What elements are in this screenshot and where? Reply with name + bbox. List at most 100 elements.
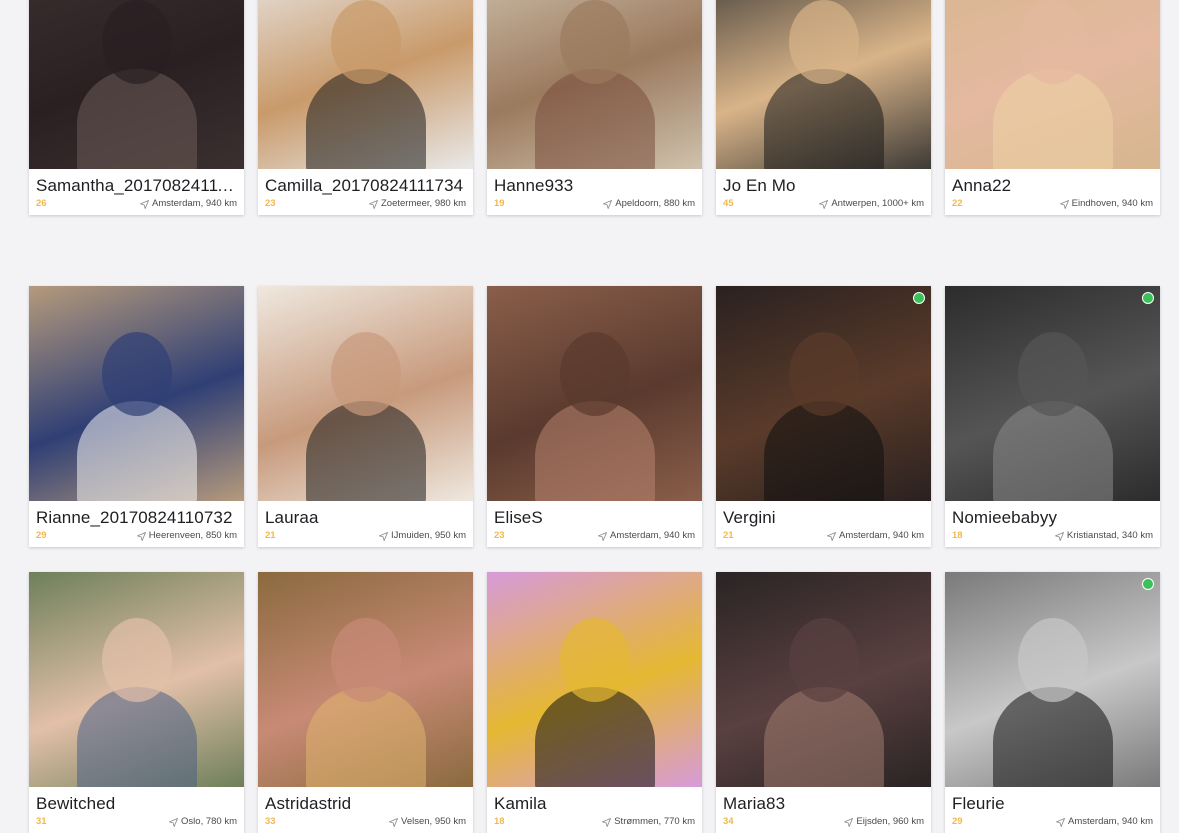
location-arrow-icon xyxy=(169,817,178,827)
profile-location-text: Heerenveen, 850 km xyxy=(148,530,237,541)
profile-age: 29 xyxy=(952,816,963,827)
profile-photo[interactable] xyxy=(29,0,244,169)
profile-location: Eijsden, 960 km xyxy=(844,816,924,828)
profile-username[interactable]: Hanne933 xyxy=(494,176,697,196)
profile-username[interactable]: Lauraa xyxy=(265,508,468,528)
profile-location-text: Antwerpen, 1000+ km xyxy=(831,198,924,209)
profile-card[interactable]: Nomieebabyy 18 Kristianstad, 340 km xyxy=(945,286,1160,547)
profile-username[interactable]: Bewitched xyxy=(36,794,239,814)
profile-photo[interactable] xyxy=(258,572,473,787)
profile-age: 31 xyxy=(36,816,47,827)
profile-card[interactable]: Kamila 18 Strømmen, 770 km xyxy=(487,572,702,833)
profile-location: Amsterdam, 940 km xyxy=(140,198,237,210)
profile-card[interactable]: EliseS 23 Amsterdam, 940 km xyxy=(487,286,702,547)
profile-age: 19 xyxy=(494,198,505,209)
profile-card[interactable]: Hanne933 19 Apeldoorn, 880 km xyxy=(487,0,702,215)
profile-location-text: Strømmen, 770 km xyxy=(614,816,695,827)
online-status-dot xyxy=(913,292,925,304)
location-arrow-icon xyxy=(598,531,607,541)
profile-photo[interactable] xyxy=(716,0,931,169)
profile-card[interactable]: Fleurie 29 Amsterdam, 940 km xyxy=(945,572,1160,833)
profile-photo[interactable] xyxy=(487,572,702,787)
profile-location: Amsterdam, 940 km xyxy=(827,530,924,542)
location-arrow-icon xyxy=(1056,817,1065,827)
profile-photo[interactable] xyxy=(945,572,1160,787)
profile-location: IJmuiden, 950 km xyxy=(379,530,466,542)
profile-card[interactable]: Anna22 22 Eindhoven, 940 km xyxy=(945,0,1160,215)
profile-location: Eindhoven, 940 km xyxy=(1059,198,1153,210)
profile-card[interactable]: Jo En Mo 45 Antwerpen, 1000+ km xyxy=(716,0,931,215)
profile-photo[interactable] xyxy=(716,572,931,787)
location-arrow-icon xyxy=(1059,199,1069,209)
profile-age: 21 xyxy=(265,530,276,541)
profile-location: Kristianstad, 340 km xyxy=(1054,530,1153,542)
profile-location-text: Amsterdam, 940 km xyxy=(152,198,237,209)
profile-username[interactable]: Samantha_20170824111010 xyxy=(36,176,239,196)
profile-username[interactable]: Jo En Mo xyxy=(723,176,926,196)
profile-username[interactable]: Camilla_20170824111734 xyxy=(265,176,468,196)
location-arrow-icon xyxy=(369,199,378,209)
profile-card[interactable]: Rianne_20170824110732 29 Heerenveen, 850 k… xyxy=(29,286,244,547)
profile-location: Amsterdam, 940 km xyxy=(1056,816,1153,828)
profile-location: Apeldoorn, 880 km xyxy=(603,198,695,210)
profile-username[interactable]: Astridastrid xyxy=(265,794,468,814)
profile-age: 33 xyxy=(265,816,276,827)
profile-age: 23 xyxy=(494,530,505,541)
online-status-dot xyxy=(1142,292,1154,304)
profile-card[interactable]: Maria83 34 Eijsden, 960 km xyxy=(716,572,931,833)
location-arrow-icon xyxy=(827,531,836,541)
profile-location-text: Oslo, 780 km xyxy=(181,816,237,827)
profile-photo[interactable] xyxy=(716,286,931,501)
location-arrow-icon xyxy=(602,817,612,827)
profile-card[interactable]: Samantha_20170824111010 26 Amsterdam, 940 … xyxy=(29,0,244,215)
profile-photo[interactable] xyxy=(487,0,702,169)
profile-username[interactable]: Rianne_20170824110732 xyxy=(36,508,239,528)
profile-photo[interactable] xyxy=(29,286,244,501)
profile-photo[interactable] xyxy=(258,0,473,169)
profile-card[interactable]: Bewitched 31 Oslo, 780 km xyxy=(29,572,244,833)
profile-age: 45 xyxy=(723,198,734,209)
profile-age: 23 xyxy=(265,198,276,209)
profile-location: Zoetermeer, 980 km xyxy=(369,198,466,210)
profile-location: Oslo, 780 km xyxy=(169,816,237,828)
profile-location-text: Zoetermeer, 980 km xyxy=(380,198,466,209)
profile-photo[interactable] xyxy=(487,286,702,501)
profile-location-text: Kristianstad, 340 km xyxy=(1066,530,1153,541)
profile-location-text: Eindhoven, 940 km xyxy=(1071,198,1153,209)
profile-username[interactable]: Nomieebabyy xyxy=(952,508,1155,528)
profile-age: 26 xyxy=(36,198,47,209)
profile-username[interactable]: EliseS xyxy=(494,508,697,528)
location-arrow-icon xyxy=(136,531,146,541)
location-arrow-icon xyxy=(1054,531,1064,541)
profile-photo[interactable] xyxy=(29,572,244,787)
profile-location-text: IJmuiden, 950 km xyxy=(391,530,466,541)
profile-location-text: Amsterdam, 940 km xyxy=(1068,816,1153,827)
profile-photo[interactable] xyxy=(258,286,473,501)
profile-username[interactable]: Vergini xyxy=(723,508,926,528)
profile-location: Amsterdam, 940 km xyxy=(598,530,695,542)
location-arrow-icon xyxy=(603,199,613,209)
profile-card[interactable]: Lauraa 21 IJmuiden, 950 km xyxy=(258,286,473,547)
location-arrow-icon xyxy=(819,199,829,209)
profile-username[interactable]: Maria83 xyxy=(723,794,926,814)
profile-username[interactable]: Kamila xyxy=(494,794,697,814)
profile-age: 21 xyxy=(723,530,734,541)
profile-age: 22 xyxy=(952,198,963,209)
profile-photo[interactable] xyxy=(945,0,1160,169)
profile-age: 18 xyxy=(952,530,963,541)
profile-username[interactable]: Anna22 xyxy=(952,176,1155,196)
profile-card[interactable]: Vergini 21 Amsterdam, 940 km xyxy=(716,286,931,547)
profile-location: Antwerpen, 1000+ km xyxy=(819,198,924,210)
profile-card[interactable]: Astridastrid 33 Velsen, 950 km xyxy=(258,572,473,833)
profile-location-text: Velsen, 950 km xyxy=(401,816,466,827)
location-arrow-icon xyxy=(379,531,388,541)
profile-grid: Samantha_20170824111010 26 Amsterdam, 940 … xyxy=(0,0,1179,833)
profile-location-text: Amsterdam, 940 km xyxy=(610,530,695,541)
profile-location-text: Apeldoorn, 880 km xyxy=(615,198,695,209)
location-arrow-icon xyxy=(140,199,149,209)
profile-photo[interactable] xyxy=(945,286,1160,501)
location-arrow-icon xyxy=(389,817,398,827)
profile-card[interactable]: Camilla_20170824111734 23 Zoetermeer, 980 … xyxy=(258,0,473,215)
online-status-dot xyxy=(1142,578,1154,590)
profile-username[interactable]: Fleurie xyxy=(952,794,1155,814)
